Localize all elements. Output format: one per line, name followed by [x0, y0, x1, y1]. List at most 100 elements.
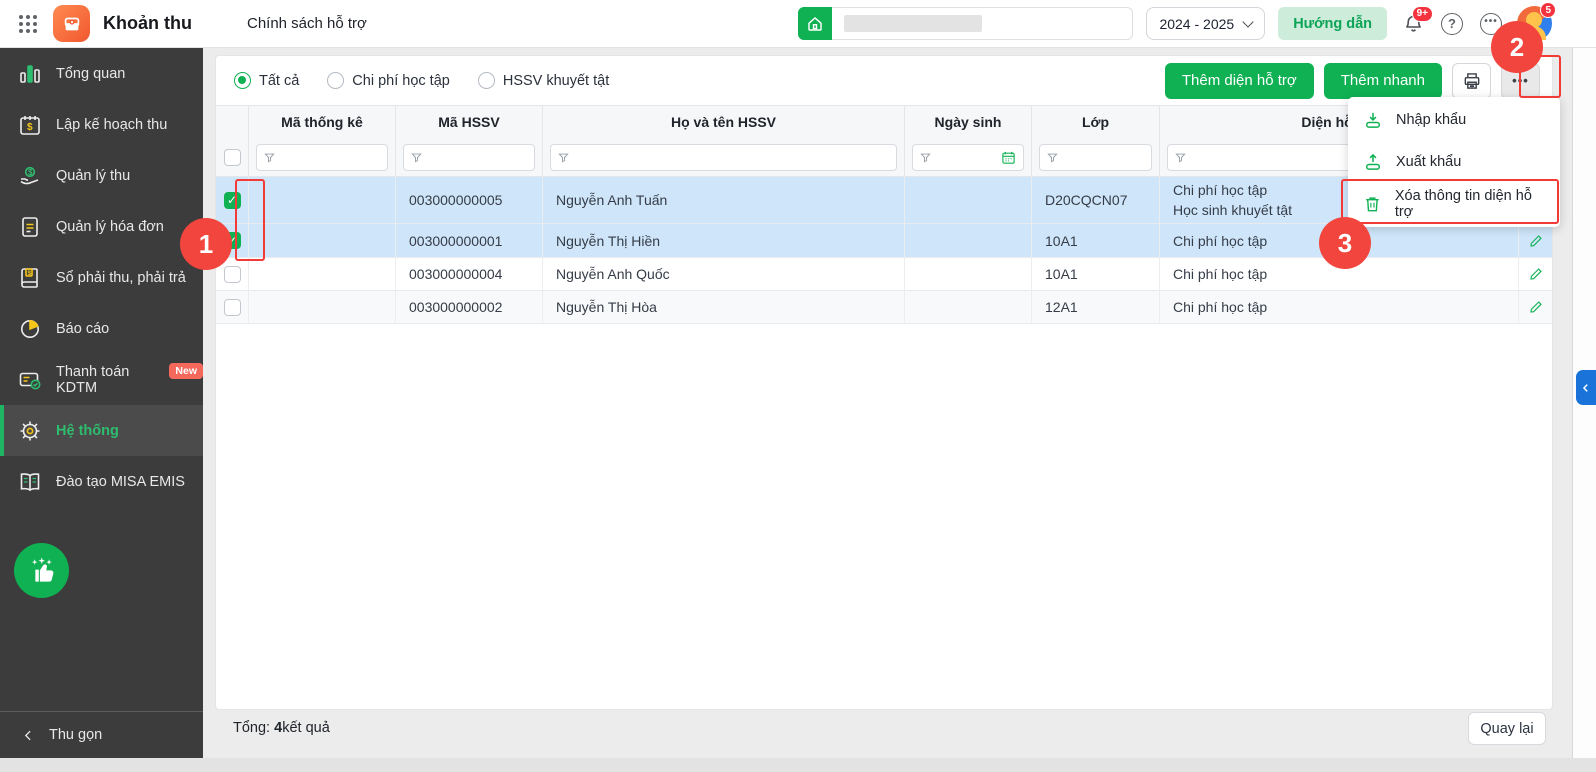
- sidebar-item-dao-tao-misa-emis[interactable]: Đào tạo MISA EMIS: [0, 456, 203, 507]
- edit-pencil-icon[interactable]: [1528, 299, 1544, 315]
- filter-funnel-icon: [411, 153, 422, 163]
- search-input[interactable]: [832, 7, 1134, 40]
- trash-icon: [1366, 197, 1379, 212]
- app-title: Khoản thu: [103, 13, 192, 33]
- app-window: Khoản thu Chính sách hỗ trợ 2024 - 2025: [0, 0, 1596, 772]
- pie-chart-icon: [21, 319, 39, 338]
- menu-item-import[interactable]: Nhập khẩu: [1348, 99, 1560, 141]
- calendar-icon[interactable]: [1001, 150, 1016, 165]
- menu-item-export[interactable]: Xuất khẩu: [1348, 141, 1560, 183]
- filter-class[interactable]: [1039, 143, 1152, 171]
- sidebar-item-he-thong[interactable]: Hệ thống: [0, 405, 203, 456]
- app-grid-icon[interactable]: [16, 12, 40, 36]
- sidebar-item-bao-cao[interactable]: Báo cáo: [0, 303, 203, 354]
- edit-pencil-icon[interactable]: [1528, 266, 1544, 282]
- total-label: Tổng:: [233, 720, 271, 736]
- select-all-checkbox[interactable]: [223, 148, 241, 166]
- top-header: Khoản thu Chính sách hỗ trợ 2024 - 2025: [0, 0, 1596, 48]
- hand-coin-icon: $: [20, 166, 39, 184]
- sidebar-item-so-phai-thu-phai-tra[interactable]: $ Sổ phải thu, phải trả: [0, 252, 203, 303]
- sidebar-item-lap-ke-hoach-thu[interactable]: $ Lập kế hoạch thu: [0, 99, 203, 150]
- cell-class: 10A1: [1032, 258, 1160, 290]
- sidebar-item-quan-ly-hoa-don[interactable]: Quản lý hóa đơn: [0, 201, 203, 252]
- menu-item-label: Xóa thông tin diện hỗ trợ: [1394, 188, 1532, 220]
- cell-support: Chi phí học tập: [1160, 291, 1519, 323]
- expand-panel-tab[interactable]: [1576, 370, 1596, 405]
- sidebar-item-tong-quan[interactable]: Tổng quan: [0, 48, 203, 99]
- annotation-step-3: 3: [1319, 217, 1371, 269]
- filter-name[interactable]: [550, 143, 897, 171]
- chevron-left-icon: [1582, 383, 1588, 392]
- sidebar-item-label: Tổng quan: [56, 65, 126, 82]
- radio-dot-icon: [234, 72, 251, 89]
- sidebar-item-label: Lập kế hoạch thu: [56, 116, 168, 133]
- filter-funnel-icon: [1175, 153, 1186, 163]
- cell-support: Chi phí học tập Học sinh khuyết tật: [1173, 182, 1293, 218]
- cell-student-id: 003000000004: [396, 258, 543, 290]
- row-checkbox[interactable]: [223, 298, 241, 316]
- table-row[interactable]: 003000000002 Nguyễn Thị Hòa 12A1 Chi phí…: [216, 291, 1552, 324]
- cell-class: 12A1: [1032, 291, 1160, 323]
- back-button[interactable]: Quay lại: [1468, 712, 1546, 745]
- col-header-dob[interactable]: Ngày sinh: [905, 106, 1032, 138]
- filter-dob[interactable]: [912, 143, 1024, 171]
- ledger-icon: $: [21, 267, 38, 288]
- col-header-stat-code[interactable]: Mã thống kê: [249, 106, 396, 138]
- annotation-step-1: 1: [180, 218, 232, 270]
- school-year-value: 2024 - 2025: [1159, 15, 1235, 32]
- col-header-student-id[interactable]: Mã HSSV: [396, 106, 543, 138]
- help-icon[interactable]: ?: [1439, 11, 1465, 37]
- import-icon: [1366, 112, 1380, 128]
- svg-text:$: $: [27, 122, 33, 133]
- notification-badge: 9+: [1411, 5, 1433, 22]
- add-support-button[interactable]: Thêm diện hỗ trợ: [1164, 62, 1314, 99]
- col-header-class[interactable]: Lớp: [1032, 106, 1160, 138]
- filter-funnel-icon: [264, 153, 275, 163]
- filter-funnel-icon: [1047, 153, 1058, 163]
- new-badge: New: [169, 362, 203, 379]
- cell-dob: [905, 177, 1032, 223]
- edit-pencil-icon[interactable]: [1528, 233, 1544, 249]
- filter-student-id[interactable]: [403, 143, 535, 171]
- sidebar-item-label: Báo cáo: [56, 320, 110, 337]
- radio-label: HSSV khuyết tật: [502, 72, 610, 89]
- khoan-thu-logo-icon[interactable]: [53, 5, 90, 42]
- cell-class: D20CQCN07: [1032, 177, 1160, 223]
- sidebar: Tổng quan $ Lập kế hoạch thu $ Quản lý t…: [0, 48, 203, 758]
- guide-button[interactable]: Hướng dẫn: [1278, 7, 1387, 40]
- more-actions-menu: Nhập khẩu Xuất khẩu Xóa thông tin diện h…: [1348, 97, 1560, 227]
- row-checkbox[interactable]: [223, 191, 241, 209]
- sidebar-item-thanh-toan-kdtm[interactable]: Thanh toán KDTM New: [0, 354, 203, 405]
- feedback-promo-button[interactable]: [14, 543, 69, 598]
- filter-stat-code[interactable]: [256, 143, 388, 171]
- chevron-left-icon: [24, 730, 31, 740]
- cell-student-id: 003000000001: [396, 224, 543, 257]
- print-button[interactable]: [1452, 62, 1491, 99]
- sidebar-item-quan-ly-thu[interactable]: $ Quản lý thu: [0, 150, 203, 201]
- radio-hssv-khuyet-tat[interactable]: HSSV khuyết tật: [477, 72, 610, 89]
- sidebar-item-label: Quản lý thu: [56, 167, 131, 184]
- row-checkbox[interactable]: [223, 265, 241, 283]
- menu-item-delete-support-info[interactable]: Xóa thông tin diện hỗ trợ: [1348, 183, 1560, 225]
- sidebar-collapse-button[interactable]: Thu gọn: [0, 711, 203, 758]
- search-redacted-text: [844, 15, 983, 32]
- radio-label: Chi phí học tập: [352, 72, 450, 89]
- printer-icon: [1464, 72, 1479, 89]
- collapse-label: Thu gọn: [49, 727, 103, 743]
- sidebar-item-label: Sổ phải thu, phải trả: [56, 269, 186, 286]
- cell-class: 10A1: [1032, 224, 1160, 257]
- col-header-name[interactable]: Họ và tên HSSV: [543, 106, 905, 138]
- notifications-bell-icon[interactable]: 9+: [1400, 5, 1433, 37]
- sidebar-item-label: Thanh toán KDTM: [56, 363, 130, 396]
- radio-tat-ca[interactable]: Tất cả: [234, 72, 299, 89]
- global-search: [798, 7, 1134, 40]
- filter-funnel-icon: [558, 153, 569, 163]
- cell-student-id: 003000000005: [396, 177, 543, 223]
- quick-add-button[interactable]: Thêm nhanh: [1323, 62, 1442, 99]
- cell-student-id: 003000000002: [396, 291, 543, 323]
- school-year-select[interactable]: 2024 - 2025: [1146, 7, 1266, 40]
- home-icon[interactable]: [798, 7, 833, 40]
- total-results: Tổng: 4kết quả: [233, 720, 330, 736]
- cell-dob: [905, 224, 1032, 257]
- radio-chi-phi-hoc-tap[interactable]: Chi phí học tập: [327, 72, 450, 89]
